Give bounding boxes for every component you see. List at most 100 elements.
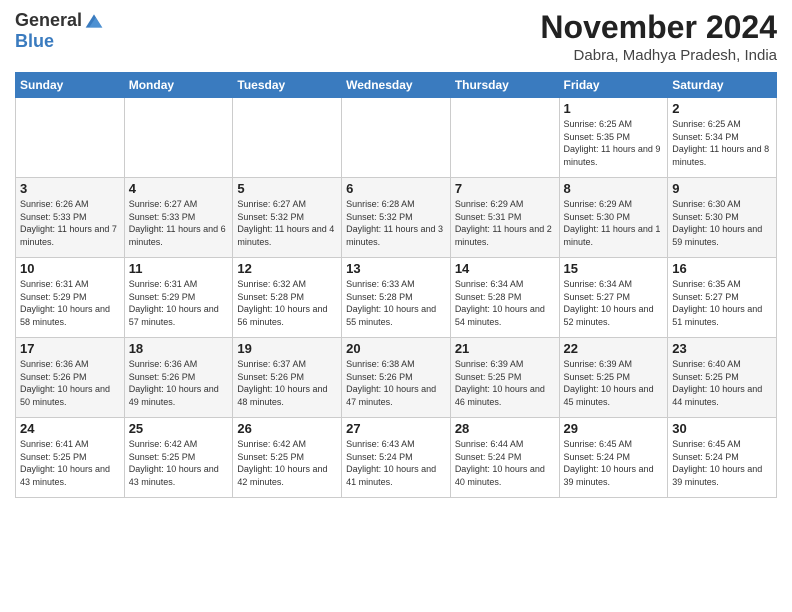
- calendar-table: SundayMondayTuesdayWednesdayThursdayFrid…: [15, 72, 777, 498]
- logo-text: General: [15, 10, 104, 31]
- day-number: 6: [346, 181, 446, 196]
- day-info: Sunrise: 6:27 AM Sunset: 5:33 PM Dayligh…: [129, 198, 229, 248]
- calendar-cell: 24 Sunrise: 6:41 AM Sunset: 5:25 PM Dayli…: [16, 418, 125, 498]
- day-info: Sunrise: 6:45 AM Sunset: 5:24 PM Dayligh…: [672, 438, 772, 488]
- day-info: Sunrise: 6:29 AM Sunset: 5:30 PM Dayligh…: [564, 198, 664, 248]
- day-info: Sunrise: 6:30 AM Sunset: 5:30 PM Dayligh…: [672, 198, 772, 248]
- calendar-cell: 22 Sunrise: 6:39 AM Sunset: 5:25 PM Dayli…: [559, 338, 668, 418]
- calendar-cell: 27 Sunrise: 6:43 AM Sunset: 5:24 PM Dayli…: [342, 418, 451, 498]
- day-number: 29: [564, 421, 664, 436]
- logo: General Blue: [15, 10, 104, 52]
- calendar-cell: 15 Sunrise: 6:34 AM Sunset: 5:27 PM Dayli…: [559, 258, 668, 338]
- calendar-cell: 7 Sunrise: 6:29 AM Sunset: 5:31 PM Daylig…: [450, 178, 559, 258]
- day-number: 21: [455, 341, 555, 356]
- day-number: 7: [455, 181, 555, 196]
- day-info: Sunrise: 6:35 AM Sunset: 5:27 PM Dayligh…: [672, 278, 772, 328]
- page: General Blue November 2024 Dabra, Madhya…: [0, 0, 792, 612]
- day-info: Sunrise: 6:42 AM Sunset: 5:25 PM Dayligh…: [237, 438, 337, 488]
- weekday-header-wednesday: Wednesday: [342, 73, 451, 98]
- day-number: 8: [564, 181, 664, 196]
- day-number: 11: [129, 261, 229, 276]
- day-info: Sunrise: 6:43 AM Sunset: 5:24 PM Dayligh…: [346, 438, 446, 488]
- calendar-cell: 13 Sunrise: 6:33 AM Sunset: 5:28 PM Dayli…: [342, 258, 451, 338]
- day-info: Sunrise: 6:39 AM Sunset: 5:25 PM Dayligh…: [564, 358, 664, 408]
- logo-icon: [84, 11, 104, 31]
- day-number: 3: [20, 181, 120, 196]
- calendar-cell: 9Sunrise: 6:30 AM Sunset: 5:30 PM Daylig…: [668, 178, 777, 258]
- month-year: November 2024: [540, 10, 777, 45]
- day-info: Sunrise: 6:44 AM Sunset: 5:24 PM Dayligh…: [455, 438, 555, 488]
- day-info: Sunrise: 6:34 AM Sunset: 5:27 PM Dayligh…: [564, 278, 664, 328]
- weekday-header-monday: Monday: [124, 73, 233, 98]
- calendar-cell: 17 Sunrise: 6:36 AM Sunset: 5:26 PM Dayli…: [16, 338, 125, 418]
- day-number: 26: [237, 421, 337, 436]
- header: General Blue November 2024 Dabra, Madhya…: [15, 10, 777, 64]
- calendar-cell: 1 Sunrise: 6:25 AM Sunset: 5:35 PM Daylig…: [559, 98, 668, 178]
- day-number: 1: [564, 101, 664, 116]
- day-number: 16: [672, 261, 772, 276]
- weekday-header-tuesday: Tuesday: [233, 73, 342, 98]
- calendar-cell: [342, 98, 451, 178]
- weekday-header-saturday: Saturday: [668, 73, 777, 98]
- logo-general: General: [15, 10, 82, 31]
- calendar-cell: 19 Sunrise: 6:37 AM Sunset: 5:26 PM Dayli…: [233, 338, 342, 418]
- day-info: Sunrise: 6:31 AM Sunset: 5:29 PM Dayligh…: [20, 278, 120, 328]
- day-number: 10: [20, 261, 120, 276]
- day-info: Sunrise: 6:29 AM Sunset: 5:31 PM Dayligh…: [455, 198, 555, 248]
- logo-blue: Blue: [15, 31, 54, 52]
- day-number: 22: [564, 341, 664, 356]
- day-info: Sunrise: 6:31 AM Sunset: 5:29 PM Dayligh…: [129, 278, 229, 328]
- weekday-header-sunday: Sunday: [16, 73, 125, 98]
- calendar-cell: [233, 98, 342, 178]
- calendar-cell: 5 Sunrise: 6:27 AM Sunset: 5:32 PM Daylig…: [233, 178, 342, 258]
- location: Dabra, Madhya Pradesh, India: [540, 47, 777, 64]
- day-number: 14: [455, 261, 555, 276]
- day-number: 25: [129, 421, 229, 436]
- day-number: 19: [237, 341, 337, 356]
- weekday-header-row: SundayMondayTuesdayWednesdayThursdayFrid…: [16, 73, 777, 98]
- day-info: Sunrise: 6:25 AM Sunset: 5:34 PM Dayligh…: [672, 118, 772, 168]
- week-row-3: 10 Sunrise: 6:31 AM Sunset: 5:29 PM Dayli…: [16, 258, 777, 338]
- day-number: 5: [237, 181, 337, 196]
- calendar-cell: 2Sunrise: 6:25 AM Sunset: 5:34 PM Daylig…: [668, 98, 777, 178]
- weekday-header-friday: Friday: [559, 73, 668, 98]
- calendar-cell: [124, 98, 233, 178]
- day-info: Sunrise: 6:39 AM Sunset: 5:25 PM Dayligh…: [455, 358, 555, 408]
- calendar-cell: [450, 98, 559, 178]
- day-info: Sunrise: 6:28 AM Sunset: 5:32 PM Dayligh…: [346, 198, 446, 248]
- calendar-cell: 10 Sunrise: 6:31 AM Sunset: 5:29 PM Dayli…: [16, 258, 125, 338]
- day-number: 20: [346, 341, 446, 356]
- calendar-cell: 11 Sunrise: 6:31 AM Sunset: 5:29 PM Dayli…: [124, 258, 233, 338]
- day-number: 18: [129, 341, 229, 356]
- calendar-cell: 18Sunrise: 6:36 AM Sunset: 5:26 PM Dayli…: [124, 338, 233, 418]
- day-info: Sunrise: 6:25 AM Sunset: 5:35 PM Dayligh…: [564, 118, 664, 168]
- calendar-cell: 23 Sunrise: 6:40 AM Sunset: 5:25 PM Dayli…: [668, 338, 777, 418]
- day-info: Sunrise: 6:27 AM Sunset: 5:32 PM Dayligh…: [237, 198, 337, 248]
- day-number: 27: [346, 421, 446, 436]
- week-row-2: 3Sunrise: 6:26 AM Sunset: 5:33 PM Daylig…: [16, 178, 777, 258]
- week-row-4: 17 Sunrise: 6:36 AM Sunset: 5:26 PM Dayli…: [16, 338, 777, 418]
- title-block: November 2024 Dabra, Madhya Pradesh, Ind…: [540, 10, 777, 64]
- day-number: 13: [346, 261, 446, 276]
- day-number: 28: [455, 421, 555, 436]
- day-info: Sunrise: 6:38 AM Sunset: 5:26 PM Dayligh…: [346, 358, 446, 408]
- day-info: Sunrise: 6:33 AM Sunset: 5:28 PM Dayligh…: [346, 278, 446, 328]
- calendar-cell: 3Sunrise: 6:26 AM Sunset: 5:33 PM Daylig…: [16, 178, 125, 258]
- weekday-header-thursday: Thursday: [450, 73, 559, 98]
- calendar-cell: 21 Sunrise: 6:39 AM Sunset: 5:25 PM Dayli…: [450, 338, 559, 418]
- calendar-cell: 12Sunrise: 6:32 AM Sunset: 5:28 PM Dayli…: [233, 258, 342, 338]
- day-number: 4: [129, 181, 229, 196]
- day-info: Sunrise: 6:36 AM Sunset: 5:26 PM Dayligh…: [20, 358, 120, 408]
- calendar-cell: 25 Sunrise: 6:42 AM Sunset: 5:25 PM Dayli…: [124, 418, 233, 498]
- day-info: Sunrise: 6:40 AM Sunset: 5:25 PM Dayligh…: [672, 358, 772, 408]
- day-info: Sunrise: 6:42 AM Sunset: 5:25 PM Dayligh…: [129, 438, 229, 488]
- calendar-cell: 14 Sunrise: 6:34 AM Sunset: 5:28 PM Dayli…: [450, 258, 559, 338]
- day-info: Sunrise: 6:41 AM Sunset: 5:25 PM Dayligh…: [20, 438, 120, 488]
- calendar-cell: 30Sunrise: 6:45 AM Sunset: 5:24 PM Dayli…: [668, 418, 777, 498]
- day-info: Sunrise: 6:34 AM Sunset: 5:28 PM Dayligh…: [455, 278, 555, 328]
- day-number: 17: [20, 341, 120, 356]
- day-number: 23: [672, 341, 772, 356]
- day-info: Sunrise: 6:37 AM Sunset: 5:26 PM Dayligh…: [237, 358, 337, 408]
- day-number: 24: [20, 421, 120, 436]
- day-number: 15: [564, 261, 664, 276]
